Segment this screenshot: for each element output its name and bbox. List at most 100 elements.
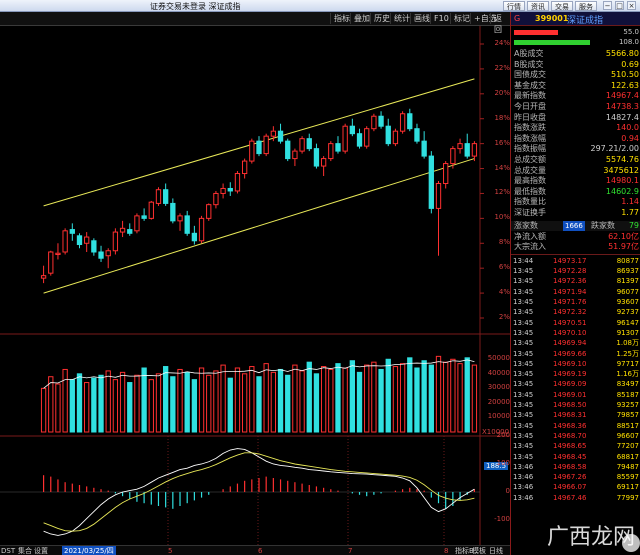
- tick-row[interactable]: 13:45 14972.28 86937: [511, 266, 640, 276]
- minimize-icon[interactable]: −: [603, 1, 612, 10]
- volume-bar: [421, 360, 427, 433]
- price-axis-label: 4%: [498, 288, 510, 297]
- volume-bar: [163, 366, 169, 433]
- candle-body: [464, 143, 470, 157]
- tick-time: 13:45: [513, 380, 534, 389]
- volume-bar: [471, 364, 478, 433]
- volume-bar: [184, 371, 190, 433]
- toolbar-f10[interactable]: F10: [430, 13, 452, 24]
- tick-row[interactable]: 13:45 14968.36 88517: [511, 421, 640, 431]
- quote-button[interactable]: 行情: [503, 1, 525, 11]
- tick-price: 14969.66: [553, 349, 587, 358]
- stat-label: A股成交: [514, 49, 544, 58]
- tick-row[interactable]: 13:45 14971.94 96077: [511, 287, 640, 297]
- candle-body: [163, 189, 169, 204]
- tick-row[interactable]: 13:45 14968.65 77207: [511, 441, 640, 451]
- candle-body: [98, 251, 104, 259]
- volume-bars: [40, 355, 478, 433]
- volume-bar: [227, 377, 233, 433]
- candle-body: [450, 148, 456, 165]
- volume-bar: [378, 368, 384, 433]
- tick-price: 14970.10: [553, 328, 587, 337]
- candle-body: [306, 138, 312, 150]
- tick-row[interactable]: 13:45 14969.19 1.16万: [511, 369, 640, 379]
- chart-toolbar: 指标 叠加 历史 统计 画线 F10 标记 +自选 返回: [0, 12, 510, 34]
- service-button[interactable]: 服务: [575, 1, 597, 11]
- tick-row[interactable]: 13:45 14968.50 93257: [511, 400, 640, 410]
- tick-volume: 96607: [616, 431, 639, 440]
- stat-label: 国债成交: [514, 70, 546, 80]
- volume-bar: [328, 368, 334, 433]
- tick-row[interactable]: 13:45 14972.36 81397: [511, 276, 640, 286]
- tick-volume: 97717: [616, 359, 639, 368]
- candle-body: [155, 189, 162, 204]
- tick-row[interactable]: 13:45 14969.09 83497: [511, 379, 640, 389]
- date-tick-4: 8: [444, 547, 449, 555]
- candle-body: [112, 231, 119, 252]
- tick-row[interactable]: 13:45 14970.10 91307: [511, 328, 640, 338]
- tick-row[interactable]: 13:45 14971.76 93607: [511, 297, 640, 307]
- candle-body: [285, 140, 291, 160]
- chart-grid: [0, 26, 510, 545]
- candle-body: [62, 230, 68, 253]
- kline-chart[interactable]: [0, 26, 510, 545]
- tick-row[interactable]: 13:45 14968.31 79857: [511, 410, 640, 420]
- volume-bar: [464, 357, 470, 433]
- tick-row[interactable]: 13:45 14968.70 96607: [511, 431, 640, 441]
- tick-row[interactable]: 13:44 14973.17 80877: [511, 256, 640, 266]
- candle-body: [378, 115, 384, 127]
- close-icon[interactable]: ×: [627, 1, 636, 10]
- indicator-b-tab[interactable]: 指标B: [455, 546, 474, 555]
- macd-axis-label: 100: [496, 459, 510, 467]
- tick-row[interactable]: 13:45 14969.01 85187: [511, 390, 640, 400]
- candle-body: [198, 217, 205, 242]
- tick-price: 14971.94: [553, 287, 587, 296]
- candle-body: [184, 215, 190, 234]
- stat-value: 0.69: [621, 59, 639, 69]
- tick-row[interactable]: 13:46 14968.58 79487: [511, 462, 640, 472]
- tick-row[interactable]: 13:45 14969.66 1.25万: [511, 349, 640, 359]
- tab-set[interactable]: 集合: [18, 546, 32, 555]
- price-axis: 24% 22% 20% 18% 16% 14% 12% 10% 8% 6% 4% 2%: [484, 26, 510, 336]
- template-tab[interactable]: 模板: [472, 546, 486, 555]
- candle-body: [263, 135, 269, 155]
- volume-bar: [98, 374, 104, 433]
- channel-lower-line: [43, 158, 475, 294]
- tick-price: 14968.31: [553, 411, 587, 420]
- toolbar-back[interactable]: 返回: [490, 13, 510, 34]
- candle-body: [105, 250, 111, 257]
- volume-bar: [170, 376, 176, 433]
- tick-time: 13:45: [513, 370, 534, 379]
- trade-button[interactable]: 交易: [551, 1, 573, 11]
- volume-bar: [127, 382, 133, 433]
- volume-bar: [457, 363, 463, 433]
- tick-price: 14969.10: [553, 359, 587, 368]
- volume-bar: [105, 370, 111, 433]
- tick-row[interactable]: 13:45 14968.45 68817: [511, 452, 640, 462]
- tick-row[interactable]: 13:46 14967.46 77997: [511, 493, 640, 503]
- tab-settings[interactable]: 设置: [34, 546, 48, 555]
- tick-row[interactable]: 13:46 14967.26 85597: [511, 472, 640, 482]
- volume-axis-label: 20000: [487, 397, 510, 406]
- flow-label: 净流入额: [514, 231, 546, 241]
- volume-bar: [62, 368, 68, 433]
- tick-time: 13:46: [513, 473, 534, 482]
- strength-bar-value: 108.0: [618, 38, 639, 46]
- volume-bar: [392, 366, 399, 433]
- index-name: 深证成指: [567, 16, 604, 26]
- period-daily[interactable]: 日线: [489, 546, 503, 555]
- tick-row[interactable]: 13:45 14969.10 97717: [511, 359, 640, 369]
- candle-body: [220, 187, 226, 194]
- tick-row[interactable]: 13:45 14970.51 96147: [511, 318, 640, 328]
- stat-label: 最高指数: [514, 176, 546, 186]
- tick-row[interactable]: 13:45 14972.32 92737: [511, 307, 640, 317]
- candle-body: [399, 113, 406, 132]
- tick-row[interactable]: 13:45 14969.94 1.08万: [511, 338, 640, 348]
- candle-body: [471, 143, 478, 157]
- tick-row[interactable]: 13:46 14966.07 69117: [511, 482, 640, 492]
- candle-body: [206, 204, 212, 219]
- maximize-icon[interactable]: □: [615, 1, 624, 10]
- news-button[interactable]: 资讯: [527, 1, 549, 11]
- volume-axis-label: 50000: [487, 354, 510, 363]
- candle-body: [407, 113, 413, 130]
